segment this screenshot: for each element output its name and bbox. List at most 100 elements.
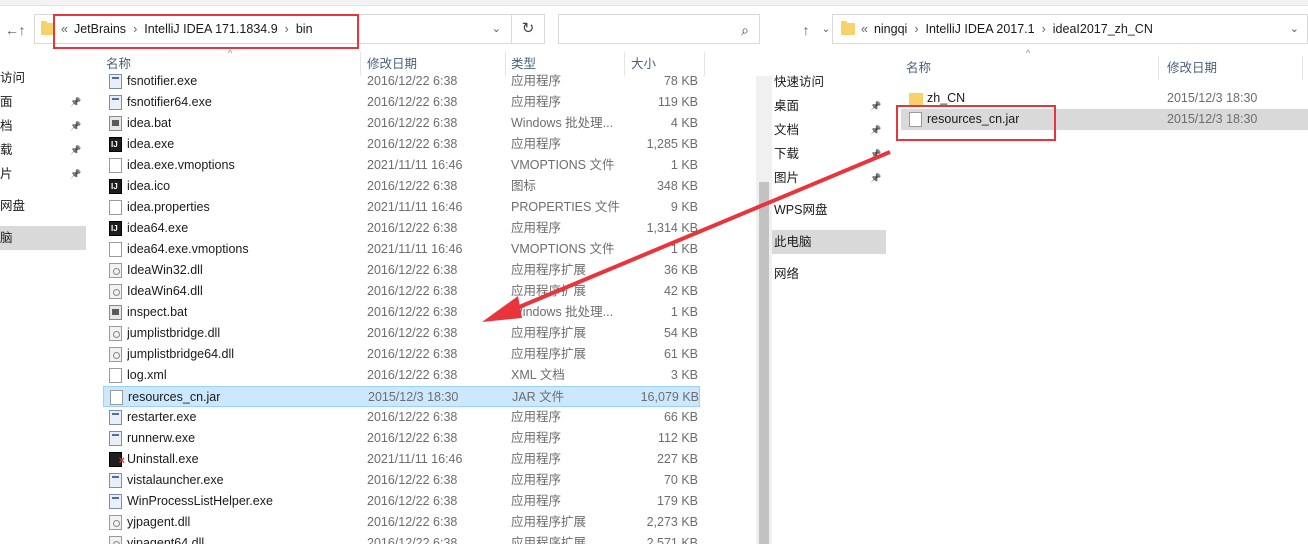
navigation-pane: 快速访问 桌面 📌 文档 📌 下载 📌 图片 📌 WPS网盘 此电脑 网络 <box>772 70 886 544</box>
column-header-date[interactable]: 修改日期 <box>1167 56 1217 80</box>
file-row[interactable]: jumplistbridge.dll 2016/12/22 6:38 应用程序扩展 5… <box>103 323 700 344</box>
file-row[interactable]: idea.bat 2016/12/22 6:38 Windows 批处理... 4 K… <box>103 113 700 134</box>
file-name: restarter.exe <box>127 410 197 424</box>
file-row[interactable]: runnerw.exe 2016/12/22 6:38 应用程序 112 KB <box>103 428 700 449</box>
file-row[interactable]: fsnotifier64.exe 2016/12/22 6:38 应用程序 119 K… <box>103 92 700 113</box>
search-input[interactable]: ⌕ <box>558 14 760 44</box>
pin-icon[interactable]: 📌 <box>870 94 881 118</box>
nav-item[interactable]: WPS网盘 <box>772 198 886 222</box>
file-row[interactable]: yjpagent.dll 2016/12/22 6:38 应用程序扩展 2,273 K… <box>103 512 700 533</box>
file-type: 应用程序扩展 <box>511 263 587 277</box>
file-row[interactable]: WinProcessListHelper.exe 2016/12/22 6:38 应… <box>103 491 700 512</box>
nav-item[interactable]: 下载 📌 <box>772 142 886 166</box>
file-name: vistalauncher.exe <box>127 473 224 487</box>
file-row[interactable]: fsnotifier.exe 2016/12/22 6:38 应用程序 78 KB <box>103 71 700 92</box>
file-icon <box>109 326 122 341</box>
file-row[interactable]: IdeaWin64.dll 2016/12/22 6:38 应用程序扩展 42 KB <box>103 281 700 302</box>
nav-item[interactable]: 片 📌 <box>0 162 86 186</box>
nav-item-label: 访问 <box>0 71 26 85</box>
nav-item[interactable]: 脑 <box>0 226 86 250</box>
nav-item[interactable]: 网络 <box>772 262 886 286</box>
file-row[interactable]: idea.exe 2016/12/22 6:38 应用程序 1,285 KB <box>103 134 700 155</box>
column-divider[interactable] <box>1302 56 1303 80</box>
file-size: 78 KB <box>663 74 698 88</box>
nav-item-label: 快速访问 <box>774 75 825 89</box>
file-row[interactable]: IdeaWin32.dll 2016/12/22 6:38 应用程序扩展 36 KB <box>103 260 700 281</box>
overflow-chevron-icon[interactable]: « <box>861 22 868 36</box>
nav-item[interactable]: 此电脑 <box>772 230 886 254</box>
file-date: 2016/12/22 6:38 <box>367 494 458 508</box>
file-size: 112 KB <box>657 431 698 445</box>
up-arrow-icon[interactable]: ↑ <box>14 21 30 39</box>
address-bar[interactable]: « ningqi › IntelliJ IDEA 2017.1 › ideaI2017_z… <box>832 14 1308 44</box>
file-type: 应用程序扩展 <box>511 326 587 340</box>
breadcrumb-item[interactable]: ningqi <box>874 22 907 36</box>
nav-item[interactable]: 快速访问 <box>772 70 886 94</box>
file-row[interactable]: log.xml 2016/12/22 6:38 XML 文档 3 KB <box>103 365 700 386</box>
file-row[interactable]: restarter.exe 2016/12/22 6:38 应用程序 66 KB <box>103 407 700 428</box>
file-date: 2016/12/22 6:38 <box>367 326 458 340</box>
file-name: IdeaWin32.dll <box>127 263 203 277</box>
file-name: idea.properties <box>127 200 210 214</box>
file-name: yjpagent64.dll <box>127 536 205 544</box>
file-icon <box>109 494 122 509</box>
pin-icon[interactable]: 📌 <box>870 142 881 166</box>
highlight-box <box>896 105 1056 141</box>
file-type: Windows 批处理... <box>511 305 614 319</box>
vertical-scrollbar[interactable] <box>756 76 772 544</box>
breadcrumb: « ningqi › IntelliJ IDEA 2017.1 › ideaI2017_z… <box>861 22 1153 36</box>
nav-item[interactable]: 网盘 <box>0 194 86 218</box>
file-date: 2015/12/3 18:30 <box>368 390 459 404</box>
file-row[interactable]: Uninstall.exe 2021/11/11 16:46 应用程序 227 KB <box>103 449 700 472</box>
file-type: XML 文档 <box>511 368 565 382</box>
column-header-name[interactable]: 名称 <box>906 56 931 80</box>
nav-item-label: 载 <box>0 143 13 157</box>
pin-icon[interactable]: 📌 <box>70 138 81 162</box>
nav-item[interactable]: 档 📌 <box>0 114 86 138</box>
file-row[interactable]: vistalauncher.exe 2016/12/22 6:38 应用程序 70 K… <box>103 470 700 491</box>
refresh-button[interactable]: ↻ <box>511 14 545 44</box>
pin-icon[interactable]: 📌 <box>70 114 81 138</box>
chevron-right-icon[interactable]: › <box>914 22 918 36</box>
file-icon <box>109 116 122 131</box>
file-row[interactable]: idea.properties 2021/11/11 16:46 PROPERTIE… <box>103 197 700 218</box>
breadcrumb-item[interactable]: IntelliJ IDEA 2017.1 <box>926 22 1035 36</box>
pin-icon[interactable]: 📌 <box>870 118 881 142</box>
pin-icon[interactable]: 📌 <box>870 166 881 190</box>
right-explorer-window: ↑ ⌄ « ningqi › IntelliJ IDEA 2017.1 › ideaI20… <box>772 0 1308 544</box>
pin-icon[interactable]: 📌 <box>70 90 81 114</box>
file-type: JAR 文件 <box>512 390 565 404</box>
nav-item[interactable]: 图片 📌 <box>772 166 886 190</box>
file-date: 2016/12/22 6:38 <box>367 347 458 361</box>
file-type: 应用程序 <box>511 473 562 487</box>
breadcrumb-item[interactable]: ideaI2017_zh_CN <box>1053 22 1153 36</box>
file-row[interactable]: inspect.bat 2016/12/22 6:38 Windows 批处理...… <box>103 302 700 323</box>
file-row[interactable]: idea.ico 2016/12/22 6:38 图标 348 KB <box>103 176 700 197</box>
file-row[interactable]: idea.exe.vmoptions 2021/11/11 16:46 VMOPTI… <box>103 155 700 176</box>
scrollbar-thumb[interactable] <box>759 182 769 544</box>
file-row[interactable]: yjpagent64.dll 2016/12/22 6:38 应用程序扩展 2,571… <box>103 533 700 544</box>
file-name: jumplistbridge64.dll <box>127 347 235 361</box>
column-divider[interactable] <box>704 52 705 76</box>
file-type: 图标 <box>511 179 537 193</box>
chevron-down-icon[interactable]: ⌄ <box>492 22 501 35</box>
file-type: 应用程序扩展 <box>511 284 587 298</box>
nav-item[interactable]: 文档 📌 <box>772 118 886 142</box>
nav-item[interactable]: 桌面 📌 <box>772 94 886 118</box>
column-divider[interactable] <box>1158 56 1159 80</box>
file-size: 9 KB <box>670 200 698 214</box>
file-row[interactable]: jumplistbridge64.dll 2016/12/22 6:38 应用程序扩… <box>103 344 700 365</box>
chevron-right-icon[interactable]: › <box>1042 22 1046 36</box>
file-row[interactable]: idea64.exe.vmoptions 2021/11/11 16:46 VMOP… <box>103 239 700 260</box>
pin-icon[interactable]: 📌 <box>70 162 81 186</box>
nav-item[interactable]: 访问 <box>0 66 86 90</box>
nav-item[interactable]: 载 📌 <box>0 138 86 162</box>
file-type: PROPERTIES 文件 <box>511 200 620 214</box>
nav-item[interactable]: 面 📌 <box>0 90 86 114</box>
file-name: resources_cn.jar <box>128 390 221 404</box>
nav-item-label: 文档 <box>774 123 800 137</box>
up-arrow-icon[interactable]: ↑ <box>798 21 814 39</box>
chevron-down-icon[interactable]: ⌄ <box>1290 22 1299 35</box>
file-row[interactable]: resources_cn.jar 2015/12/3 18:30 JAR 文件 16,… <box>103 386 700 407</box>
file-row[interactable]: idea64.exe 2016/12/22 6:38 应用程序 1,314 KB <box>103 218 700 239</box>
